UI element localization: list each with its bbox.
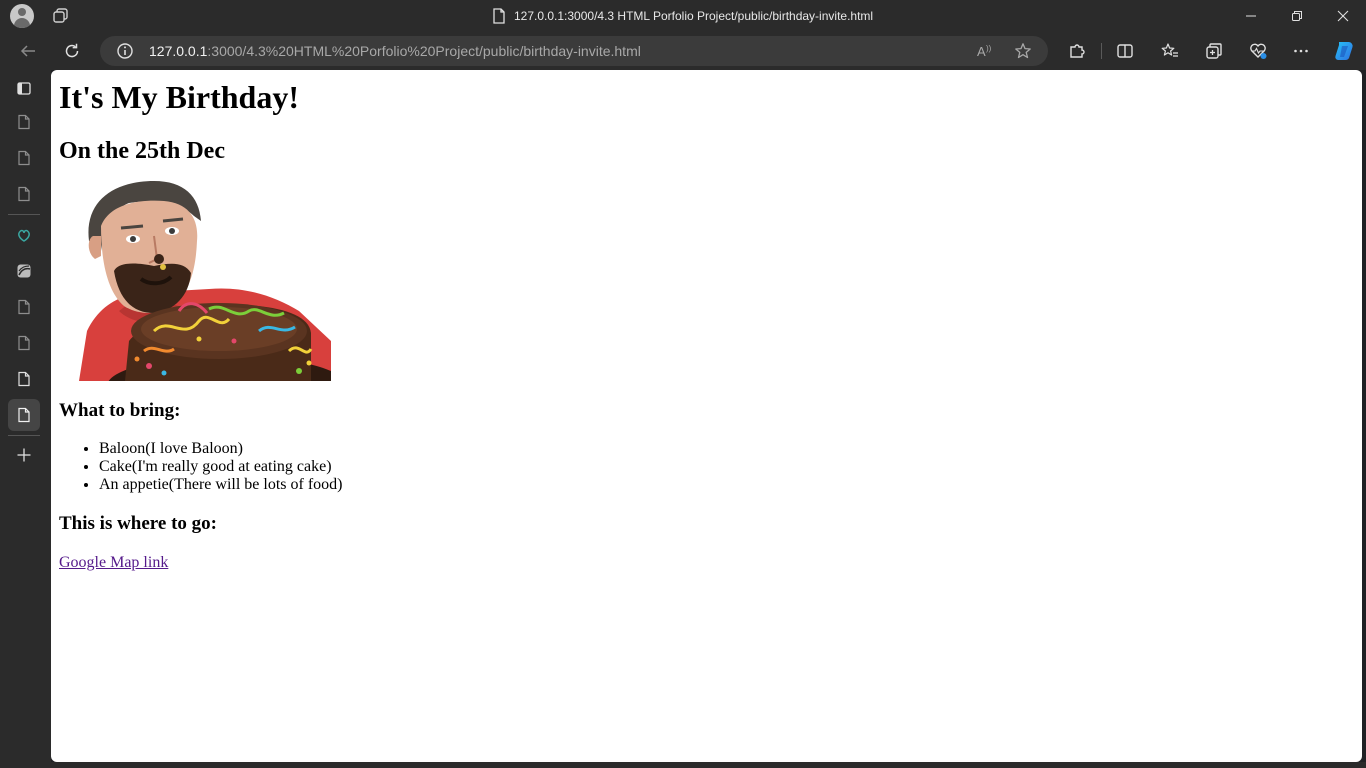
tab-group-separator bbox=[8, 214, 40, 215]
date-heading: On the 25th Dec bbox=[59, 138, 225, 164]
birthday-photo bbox=[59, 181, 331, 381]
tab-actions-button[interactable] bbox=[8, 72, 40, 104]
page-content: It's My Birthday! On the 25th Dec What t… bbox=[51, 70, 1362, 580]
page-icon bbox=[18, 114, 30, 130]
window-title-text: 127.0.0.1:3000/4.3 HTML Porfolio Project… bbox=[514, 9, 874, 23]
more-dots-icon bbox=[1294, 49, 1308, 53]
back-arrow-icon bbox=[20, 45, 35, 57]
list-item: Cake(I'm really good at eating cake) bbox=[99, 458, 1354, 476]
page-icon bbox=[18, 186, 30, 202]
refresh-icon bbox=[65, 43, 79, 58]
url-host: 127.0.0.1 bbox=[149, 43, 208, 59]
split-screen-button[interactable] bbox=[1109, 36, 1141, 66]
page-icon bbox=[18, 407, 30, 423]
close-icon bbox=[1337, 10, 1349, 22]
page-icon bbox=[18, 299, 30, 315]
collections-button[interactable] bbox=[1198, 36, 1230, 66]
extensions-button[interactable] bbox=[1061, 36, 1093, 66]
title-bar: 127.0.0.1:3000/4.3 HTML Porfolio Project… bbox=[0, 0, 1366, 32]
toolbar-divider bbox=[1101, 43, 1102, 59]
url-path: :3000/4.3%20HTML%20Porfolio%20Project/pu… bbox=[207, 43, 641, 59]
file-icon bbox=[493, 8, 505, 24]
plus-icon bbox=[17, 448, 31, 462]
window-bottom-border bbox=[0, 762, 1366, 768]
vertical-tab-6[interactable] bbox=[8, 291, 40, 323]
google-map-link[interactable]: Google Map link bbox=[59, 554, 168, 571]
new-tab-button[interactable] bbox=[8, 439, 40, 471]
svg-text:A: A bbox=[977, 44, 986, 59]
profile-avatar[interactable] bbox=[10, 4, 34, 28]
site-favicon-icon bbox=[17, 264, 31, 278]
favorites-button[interactable] bbox=[1154, 36, 1186, 66]
collections-icon bbox=[1206, 43, 1222, 59]
vertical-tab-8[interactable] bbox=[8, 363, 40, 395]
minimize-button[interactable] bbox=[1228, 0, 1274, 32]
puzzle-icon bbox=[1070, 44, 1085, 58]
site-info-icon[interactable] bbox=[116, 42, 134, 60]
bring-heading: What to bring: bbox=[59, 400, 181, 421]
url-text[interactable]: 127.0.0.1:3000/4.3%20HTML%20Porfolio%20P… bbox=[149, 36, 641, 66]
back-button[interactable] bbox=[12, 36, 44, 66]
browser-toolbar: 127.0.0.1:3000/4.3%20HTML%20Porfolio%20P… bbox=[0, 32, 1366, 70]
workspaces-icon[interactable] bbox=[52, 7, 70, 25]
vertical-tab-1[interactable] bbox=[8, 106, 40, 138]
page-icon bbox=[18, 150, 30, 166]
vertical-tab-3[interactable] bbox=[8, 178, 40, 210]
restore-icon bbox=[1292, 11, 1302, 21]
vertical-tabs-sidebar bbox=[0, 70, 51, 768]
bring-list: Baloon(I love Baloon) Cake(I'm really go… bbox=[99, 440, 1354, 494]
read-aloud-icon[interactable]: A )) bbox=[976, 42, 994, 60]
where-heading: This is where to go: bbox=[59, 513, 217, 534]
minimize-icon bbox=[1246, 15, 1256, 17]
window-title: 127.0.0.1:3000/4.3 HTML Porfolio Project… bbox=[492, 0, 873, 32]
page-icon bbox=[18, 335, 30, 351]
list-item: Baloon(I love Baloon) bbox=[99, 440, 1354, 458]
favorites-list-icon bbox=[1161, 43, 1178, 57]
restore-button[interactable] bbox=[1274, 0, 1320, 32]
address-bar[interactable]: 127.0.0.1:3000/4.3%20HTML%20Porfolio%20P… bbox=[100, 36, 1048, 66]
new-tab-separator bbox=[8, 435, 40, 436]
copilot-button[interactable] bbox=[1328, 36, 1360, 66]
site-favicon-icon bbox=[18, 229, 30, 242]
tab-actions-icon bbox=[17, 82, 31, 95]
vertical-tab-active[interactable] bbox=[8, 399, 40, 431]
refresh-button[interactable] bbox=[56, 36, 88, 66]
favorite-star-icon[interactable] bbox=[1014, 42, 1032, 60]
page-heading: It's My Birthday! bbox=[59, 79, 299, 115]
split-screen-icon bbox=[1117, 44, 1133, 58]
page-icon bbox=[18, 371, 30, 387]
vertical-tab-4[interactable] bbox=[8, 219, 40, 251]
list-item: An appetie(There will be lots of food) bbox=[99, 476, 1354, 494]
map-paragraph: Google Map link bbox=[59, 554, 1354, 572]
settings-and-more-button[interactable] bbox=[1285, 36, 1317, 66]
page-viewport: It's My Birthday! On the 25th Dec What t… bbox=[51, 70, 1362, 762]
vertical-tab-7[interactable] bbox=[8, 327, 40, 359]
vertical-tab-2[interactable] bbox=[8, 142, 40, 174]
browser-essentials-button[interactable] bbox=[1242, 36, 1274, 66]
vertical-tab-5[interactable] bbox=[8, 255, 40, 287]
heart-pulse-icon bbox=[1250, 43, 1267, 59]
man-eating-cake-image bbox=[79, 181, 331, 381]
copilot-icon bbox=[1335, 42, 1353, 61]
svg-text:)): )) bbox=[986, 44, 992, 53]
close-window-button[interactable] bbox=[1320, 0, 1366, 32]
